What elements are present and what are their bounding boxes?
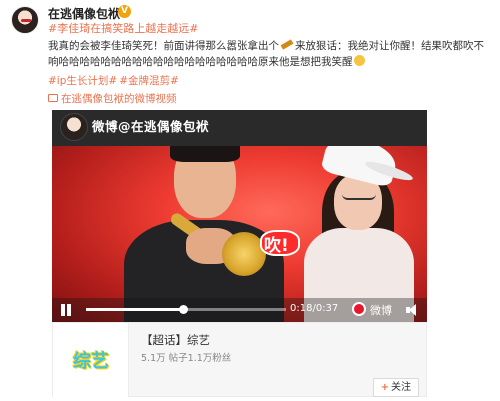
follow-label: 关注 bbox=[391, 382, 411, 393]
video-source-label: 在逃偶像包袱的微博视频 bbox=[61, 93, 177, 105]
author-avatar[interactable] bbox=[11, 6, 39, 34]
weibo-post: 在逃偶像包袱 V #李佳琦在搞笑路上越走越远# 我真的会被李佳琦笑死！前面讲得那… bbox=[0, 0, 500, 401]
video-header: 微博@在逃偶像包袱 bbox=[52, 110, 427, 146]
wink-emoji-icon bbox=[353, 55, 365, 66]
super-topic-card[interactable]: 综艺 【超话】综艺 5.1万 帖子1.1万粉丝 + 关注 bbox=[52, 322, 427, 397]
hashtag-list: #ip生长计划# #金牌混剪# bbox=[48, 73, 181, 88]
hashtag-ip[interactable]: #ip生长计划# bbox=[48, 75, 117, 87]
video-watermark: 微博@在逃偶像包袱 bbox=[92, 119, 210, 134]
volume-icon[interactable] bbox=[406, 304, 420, 316]
hashtag-gold[interactable]: #金牌混剪# bbox=[119, 75, 179, 87]
progress-fill bbox=[86, 308, 184, 311]
post-body-part1: 我真的会被李佳琦笑死！前面讲得那么嚣张拿出个 bbox=[48, 40, 279, 52]
right-person-glasses bbox=[342, 190, 376, 200]
weibo-logo-icon bbox=[352, 302, 366, 316]
video-player[interactable]: 吹! 微博@在逃偶像包袱 0:18/0:37 微博 bbox=[52, 110, 427, 322]
pause-icon[interactable] bbox=[59, 303, 73, 317]
post-body: 我真的会被李佳琦笑死！前面讲得那么嚣张拿出个 来放狠话：我绝对让你醒！结果吹都吹不… bbox=[48, 38, 488, 70]
topic-link[interactable]: #李佳琦在搞笑路上越走越远# bbox=[48, 20, 198, 36]
pencil-emoji-icon bbox=[280, 39, 294, 50]
card-thumbnail-text: 综艺 bbox=[73, 351, 109, 372]
card-stats: 5.1万 帖子1.1万粉丝 bbox=[141, 353, 232, 364]
video-source-link[interactable]: 在逃偶像包袱的微博视频 bbox=[48, 91, 177, 106]
follow-button[interactable]: + 关注 bbox=[372, 378, 419, 397]
card-thumbnail: 综艺 bbox=[53, 323, 129, 397]
plus-icon: + bbox=[380, 382, 389, 393]
progress-knob[interactable] bbox=[179, 305, 189, 314]
caption-text: 吹! bbox=[264, 236, 289, 256]
weibo-platform-label: 微博 bbox=[370, 304, 392, 317]
channel-avatar bbox=[60, 113, 88, 141]
card-title[interactable]: 【超话】综艺 bbox=[141, 332, 210, 348]
progress-bar[interactable] bbox=[86, 305, 286, 314]
video-controls: 0:18/0:37 微博 bbox=[52, 298, 427, 322]
video-time: 0:18/0:37 bbox=[290, 303, 339, 314]
vip-badge-icon: V bbox=[118, 5, 131, 18]
video-icon bbox=[48, 94, 58, 102]
